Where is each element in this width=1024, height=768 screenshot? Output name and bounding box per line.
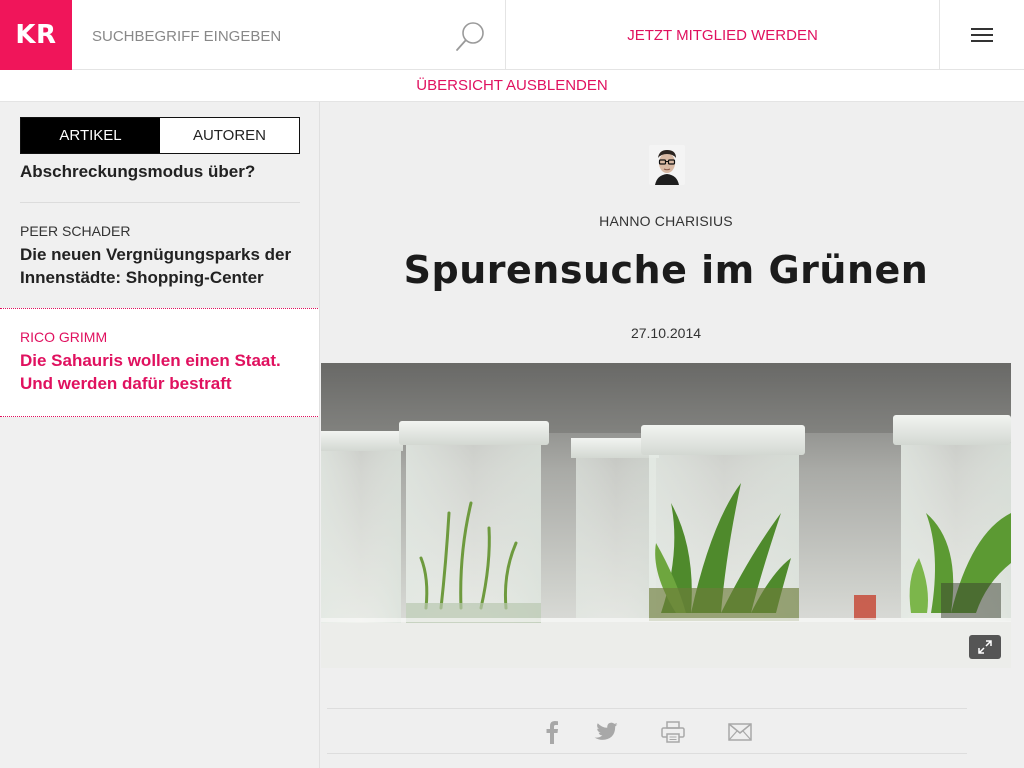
overview-sidebar: ARTIKEL AUTOREN Abschreckungsmodus über?… xyxy=(0,102,320,768)
list-item-active[interactable]: RICO GRIMM Die Sahauris wollen einen Sta… xyxy=(0,307,319,417)
search-icon[interactable] xyxy=(454,20,488,54)
tab-autoren[interactable]: AUTOREN xyxy=(160,118,299,153)
article-title: Spurensuche im Grünen xyxy=(403,248,929,292)
kr-logo[interactable]: KR xyxy=(0,0,72,70)
list-item[interactable]: Abschreckungsmodus über? xyxy=(0,154,319,203)
article-author[interactable]: HANNO CHARISIUS xyxy=(320,213,1012,229)
article-list: Abschreckungsmodus über? PEER SCHADER Di… xyxy=(0,154,319,417)
search-input[interactable] xyxy=(92,22,442,50)
mail-icon[interactable] xyxy=(727,719,753,745)
hamburger-menu-icon[interactable] xyxy=(940,0,1024,70)
list-item[interactable]: PEER SCHADER Die neuen Vergnügungsparks … xyxy=(0,203,319,308)
author-avatar xyxy=(649,145,685,185)
list-item-title: Abschreckungsmodus über? xyxy=(20,162,256,181)
tab-artikel[interactable]: ARTIKEL xyxy=(21,118,160,153)
sidebar-tabs: ARTIKEL AUTOREN xyxy=(20,117,300,154)
hide-overview-toggle[interactable]: ÜBERSICHT AUSBLENDEN xyxy=(0,70,1024,102)
list-item-author: PEER SCHADER xyxy=(20,222,131,239)
twitter-icon[interactable] xyxy=(593,719,619,745)
join-membership-link[interactable]: JETZT MITGLIED WERDEN xyxy=(506,0,940,70)
article-main: HANNO CHARISIUS Spurensuche im Grünen 27… xyxy=(320,102,1024,768)
facebook-icon[interactable] xyxy=(539,719,565,745)
share-bar xyxy=(327,708,967,754)
print-icon[interactable] xyxy=(660,719,686,745)
article-date: 27.10.2014 xyxy=(630,325,702,341)
list-item-title: Die Sahauris wollen einen Staat. Und wer… xyxy=(20,350,281,394)
list-item-title: Die neuen Vergnügungsparks der Innenstäd… xyxy=(20,244,292,288)
hero-image xyxy=(321,363,1011,668)
search-area xyxy=(72,0,506,70)
list-item-author: RICO GRIMM xyxy=(20,328,108,345)
top-header: KR JETZT MITGLIED WERDEN xyxy=(0,0,1024,70)
expand-image-icon[interactable] xyxy=(969,635,1001,659)
